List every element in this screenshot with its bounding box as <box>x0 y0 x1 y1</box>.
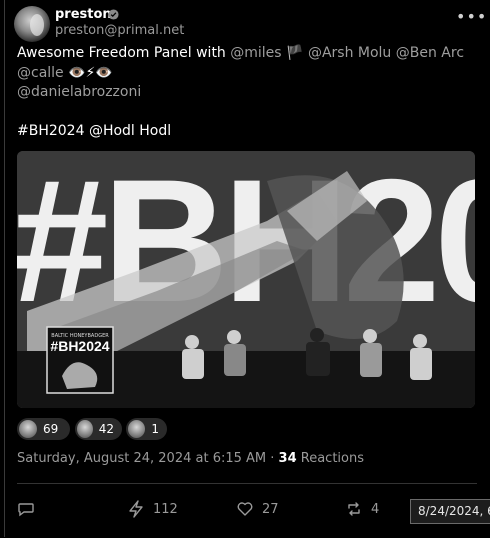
mention-danielabrozzoni[interactable]: @danielabrozzoni <box>17 84 141 100</box>
face-avatar-icon <box>77 420 93 438</box>
stage-photo: #BH2024 BALTIC HONEYBADGER #BH2024 <box>17 151 475 408</box>
author-name[interactable]: preston <box>55 7 112 22</box>
zap-icon <box>129 500 143 518</box>
mention-ben-arc[interactable]: @Ben Arc <box>396 45 464 61</box>
face-avatar-icon <box>19 420 37 438</box>
repost-icon <box>348 502 360 516</box>
date-tooltip: 8/24/2024, 6:15:00 AM <box>410 499 490 524</box>
reaction-pill-3[interactable]: 1 <box>126 418 167 440</box>
like-count: 27 <box>262 501 279 517</box>
reaction-pill-1[interactable]: 69 <box>17 418 70 440</box>
reactions-label[interactable]: Reactions <box>297 451 364 466</box>
mention-miles[interactable]: @miles <box>230 45 281 61</box>
mention-calle[interactable]: @calle <box>17 65 64 81</box>
verified-icon <box>108 9 119 20</box>
eyes-emoji: 👁️⚡👁️ <box>68 64 113 81</box>
face-avatar-icon <box>128 420 146 438</box>
hashtag-text[interactable]: #BH2024 @Hodl Hodl <box>17 123 171 139</box>
repost-button[interactable]: 4 <box>345 500 379 518</box>
mention-arsh-molu[interactable]: @Arsh Molu <box>308 45 391 61</box>
reply-button[interactable] <box>17 500 35 518</box>
divider <box>17 483 477 484</box>
repost-count: 4 <box>371 501 380 517</box>
reaction-pill-2[interactable]: 42 <box>75 418 122 440</box>
post-content: Awesome Freedom Panel with @miles 🏴 @Ars… <box>17 44 472 142</box>
post-text: Awesome Freedom Panel with <box>17 45 231 61</box>
reaction-count: 69 <box>43 422 59 436</box>
post-image[interactable]: #BH2024 BALTIC HONEYBADGER #BH2024 <box>17 151 475 408</box>
flag-emoji: 🏴 <box>286 45 304 61</box>
more-options-icon[interactable]: ••• <box>456 8 486 26</box>
post-meta: Saturday, August 24, 2024 at 6:15 AM · 3… <box>17 451 365 466</box>
reaction-count: 42 <box>98 422 114 436</box>
sign-hashtag: #BH2024 <box>50 338 109 354</box>
author-handle[interactable]: preston@primal.net <box>55 23 184 38</box>
reaction-count: 1 <box>151 422 159 436</box>
post-date[interactable]: Saturday, August 24, 2024 at 6:15 AM <box>17 451 266 466</box>
reply-icon <box>18 503 34 517</box>
zap-count: 112 <box>153 501 178 517</box>
like-button[interactable]: 27 <box>236 500 279 518</box>
zap-button[interactable]: 112 <box>127 500 178 518</box>
reactions-count[interactable]: 34 <box>279 451 297 466</box>
heart-icon <box>237 502 253 516</box>
author-avatar[interactable] <box>14 6 50 42</box>
